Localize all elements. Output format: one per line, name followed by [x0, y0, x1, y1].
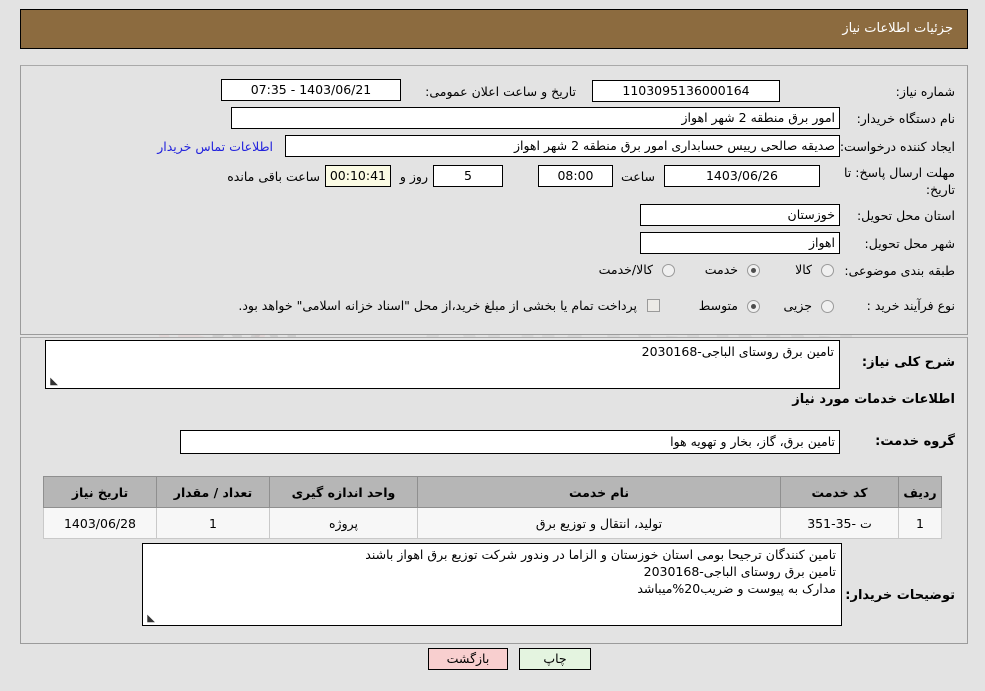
category-radio-khedmat[interactable] — [747, 264, 760, 277]
need-number-label: شماره نیاز: — [895, 84, 955, 99]
province-label: استان محل تحویل: — [856, 208, 955, 223]
process-label-motavasset[interactable]: متوسط — [699, 298, 738, 313]
cell-service-code: ت -35-351 — [780, 507, 899, 539]
buyer-org-value: امور برق منطقه 2 شهر اهواز — [231, 107, 840, 129]
city-label: شهر محل تحویل: — [864, 236, 955, 251]
buyer-notes-label: توضیحات خریدار: — [845, 588, 955, 603]
announce-datetime-value: 1403/06/21 - 07:35 — [221, 79, 401, 101]
deadline-label-line2: تاریخ: — [925, 182, 955, 197]
announce-datetime-label: تاریخ و ساعت اعلان عمومی: — [425, 84, 576, 99]
process-label: نوع فرآیند خرید : — [866, 298, 955, 313]
services-info-title: اطلاعات خدمات مورد نیاز — [792, 392, 955, 407]
services-table: ردیف کد خدمت نام خدمت واحد اندازه گیری ت… — [43, 476, 942, 539]
category-label-kala[interactable]: کالا — [795, 262, 812, 277]
general-desc-label: شرح کلی نیاز: — [861, 355, 955, 370]
buyer-org-label: نام دستگاه خریدار: — [856, 111, 955, 126]
table-header-row: ردیف کد خدمت نام خدمت واحد اندازه گیری ت… — [43, 476, 942, 508]
remaining-time-label: ساعت باقی مانده — [227, 169, 320, 184]
service-group-value: تامین برق، گاز، بخار و تهویه هوا — [180, 430, 840, 454]
table-row[interactable]: 1 ت -35-351 تولید، انتقال و توزیع برق پر… — [43, 507, 942, 539]
cell-service-name: تولید، انتقال و توزیع برق — [417, 507, 781, 539]
requester-value: صدیقه صالحی رییس حسابداری امور برق منطقه… — [285, 135, 840, 157]
deadline-time-label: ساعت — [620, 169, 655, 184]
general-desc-value-box[interactable]: تامین برق روستای الباجی-2030168 ◣ — [45, 340, 840, 389]
cell-unit: پروژه — [269, 507, 418, 539]
page-header: جزئیات اطلاعات نیاز — [20, 9, 968, 49]
treasury-docs-checkbox[interactable] — [647, 299, 660, 312]
cell-quantity: 1 — [156, 507, 270, 539]
category-radio-kala[interactable] — [821, 264, 834, 277]
remaining-days-value: 5 — [433, 165, 503, 187]
buyer-contact-link[interactable]: اطلاعات تماس خریدار — [157, 139, 273, 154]
col-row-no: ردیف — [898, 476, 942, 508]
services-table-wrapper: ردیف کد خدمت نام خدمت واحد اندازه گیری ت… — [43, 476, 942, 539]
remaining-time-value: 00:10:41 — [325, 165, 391, 187]
col-service-name: نام خدمت — [417, 476, 781, 508]
col-unit: واحد اندازه گیری — [269, 476, 418, 508]
deadline-date-value: 1403/06/26 — [664, 165, 820, 187]
process-radio-motavasset[interactable] — [747, 300, 760, 313]
cell-need-date: 1403/06/28 — [43, 507, 157, 539]
resize-grip-icon-notes[interactable]: ◣ — [145, 614, 155, 624]
resize-grip-icon[interactable]: ◣ — [48, 377, 58, 387]
buyer-notes-value: تامین کنندگان ترجیحا بومی استان خوزستان … — [365, 547, 836, 596]
print-button[interactable]: چاپ — [519, 648, 591, 670]
col-quantity: تعداد / مقدار — [156, 476, 270, 508]
category-label-khedmat[interactable]: خدمت — [705, 262, 738, 277]
col-service-code: کد خدمت — [780, 476, 899, 508]
category-label: طبقه بندی موضوعی: — [844, 263, 955, 278]
province-value: خوزستان — [640, 204, 840, 226]
deadline-label-line1: مهلت ارسال پاسخ: تا — [844, 165, 955, 180]
back-button[interactable]: بازگشت — [428, 648, 508, 670]
requester-label: ایجاد کننده درخواست: — [839, 139, 955, 154]
general-desc-value: تامین برق روستای الباجی-2030168 — [641, 344, 834, 359]
page-title: جزئیات اطلاعات نیاز — [842, 21, 953, 36]
cell-row-no: 1 — [898, 507, 942, 539]
buyer-notes-box[interactable]: تامین کنندگان ترجیحا بومی استان خوزستان … — [142, 543, 842, 626]
process-radio-jozii[interactable] — [821, 300, 834, 313]
city-value: اهواز — [640, 232, 840, 254]
service-group-label: گروه خدمت: — [875, 434, 955, 449]
treasury-docs-label: پرداخت تمام یا بخشی از مبلغ خرید،از محل … — [238, 298, 637, 313]
process-label-jozii[interactable]: جزیی — [783, 298, 812, 313]
category-label-kala-khedmat[interactable]: کالا/خدمت — [599, 262, 653, 277]
remaining-days-label: روز و — [399, 169, 428, 184]
need-number-value: 1103095136000164 — [592, 80, 780, 102]
category-radio-kala-khedmat[interactable] — [662, 264, 675, 277]
deadline-time-value: 08:00 — [538, 165, 613, 187]
col-need-date: تاریخ نیاز — [43, 476, 157, 508]
need-summary-panel — [20, 65, 968, 335]
